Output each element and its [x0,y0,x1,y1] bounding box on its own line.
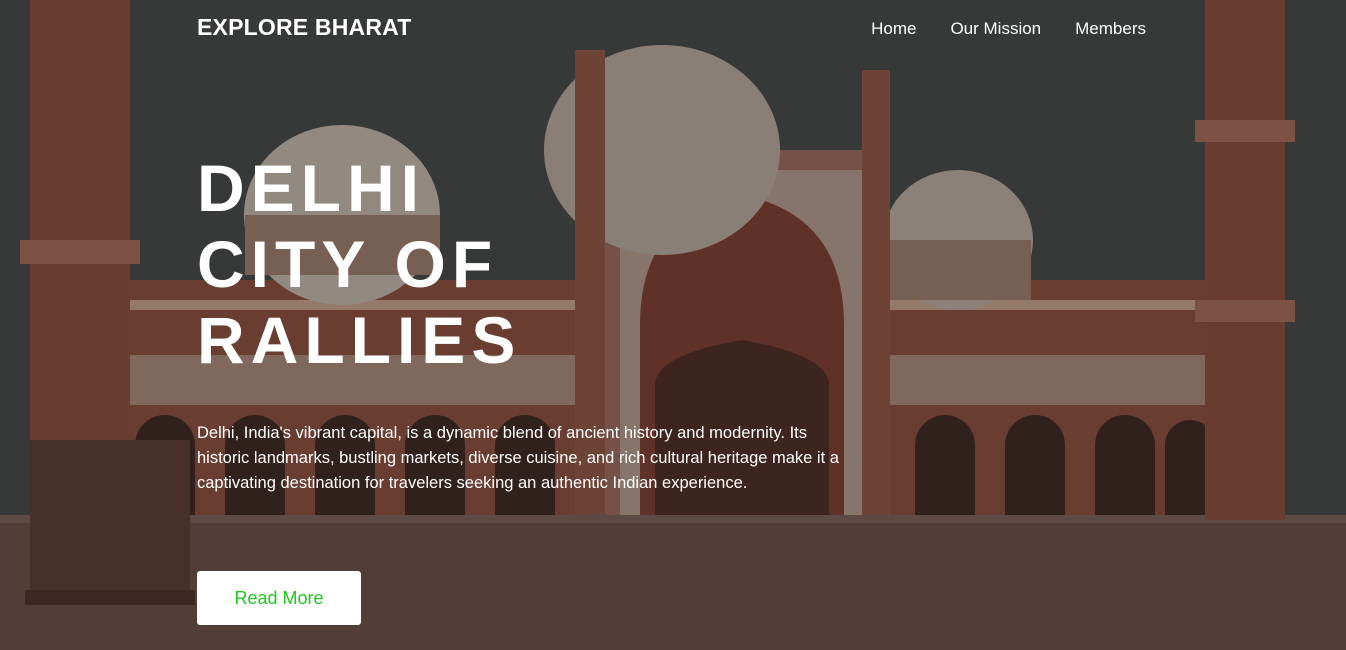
nav-link-home[interactable]: Home [871,19,916,39]
hero-title-line-2: CITY OF [197,227,499,301]
read-more-button[interactable]: Read More [197,571,361,625]
hero-section: EXPLORE BHARAT Home Our Mission Members … [0,0,1346,650]
hero-description: Delhi, India's vibrant capital, is a dyn… [197,424,839,492]
nav-links: Home Our Mission Members [871,19,1146,39]
nav-link-our-mission[interactable]: Our Mission [950,19,1041,39]
hero-title-line-3: RALLIES [197,303,522,377]
hero-title-line-1: DELHI [197,151,425,225]
navbar: EXPLORE BHARAT Home Our Mission Members [0,0,1346,60]
hero-title: DELHI CITY OF RALLIES [197,150,521,378]
nav-link-members[interactable]: Members [1075,19,1146,39]
brand-logo[interactable]: EXPLORE BHARAT [197,14,412,41]
